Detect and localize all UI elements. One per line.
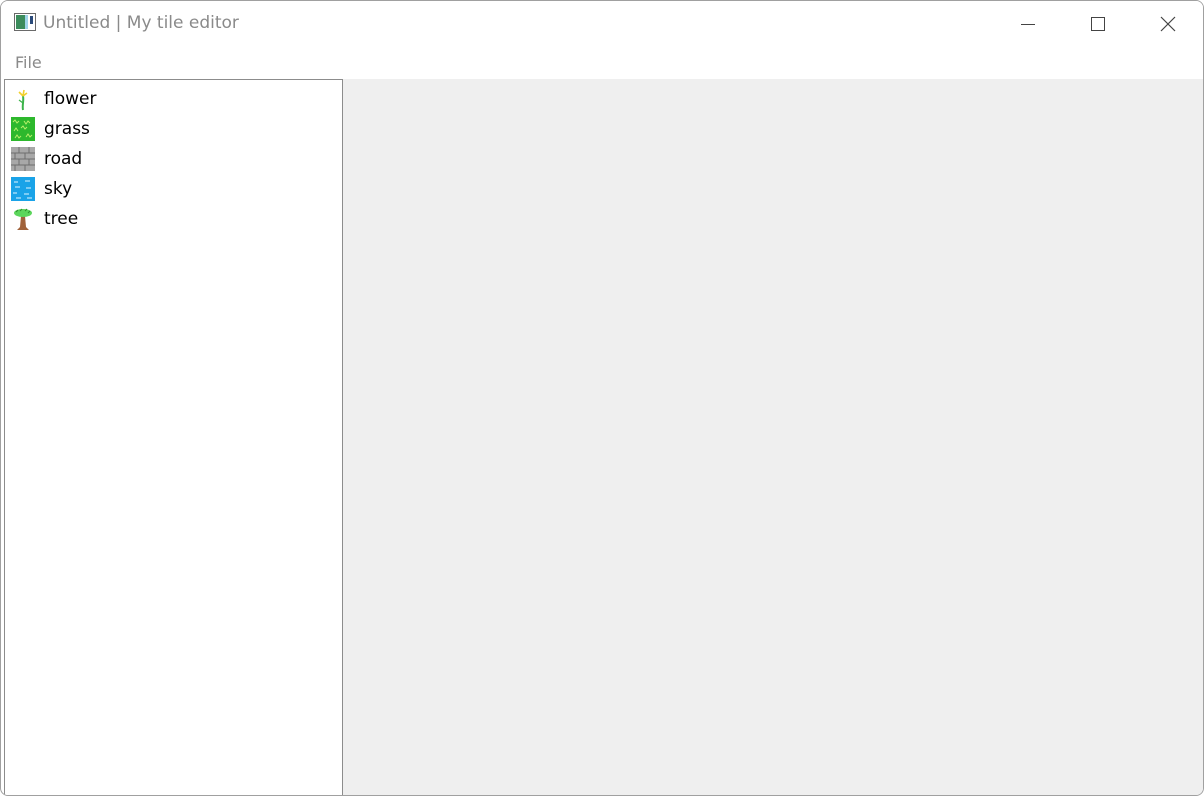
tile-label-flower: flower [44, 89, 97, 109]
tile-item-sky[interactable]: sky [5, 174, 342, 204]
grass-icon [11, 117, 35, 141]
tile-item-grass[interactable]: grass [5, 114, 342, 144]
tree-icon [11, 207, 35, 231]
menu-bar: File [1, 47, 1203, 78]
close-button[interactable] [1133, 1, 1203, 47]
tile-item-tree[interactable]: tree [5, 204, 342, 234]
map-canvas[interactable] [343, 79, 1203, 795]
tile-label-sky: sky [44, 179, 73, 199]
road-icon [11, 147, 35, 171]
tile-label-road: road [44, 149, 83, 169]
tile-item-road[interactable]: road [5, 144, 342, 174]
title-bar[interactable]: Untitled | My tile editor [1, 1, 1203, 47]
tile-palette[interactable]: flower grass road sky tree [4, 79, 343, 795]
minimize-icon [1021, 17, 1035, 31]
sky-icon [11, 177, 35, 201]
tile-item-flower[interactable]: flower [5, 84, 342, 114]
menu-file[interactable]: File [15, 53, 42, 72]
window-title: Untitled | My tile editor [43, 13, 239, 33]
tile-list: flower grass road sky tree [5, 80, 342, 234]
app-window: Untitled | My tile editor File flower gr… [0, 0, 1204, 796]
maximize-button[interactable] [1063, 1, 1133, 47]
maximize-icon [1091, 17, 1105, 31]
tile-label-grass: grass [44, 119, 90, 139]
close-icon [1160, 16, 1176, 32]
flower-icon [11, 87, 35, 111]
tile-editor-app-icon [14, 13, 36, 31]
minimize-button[interactable] [993, 1, 1063, 47]
tile-label-tree: tree [44, 209, 79, 229]
